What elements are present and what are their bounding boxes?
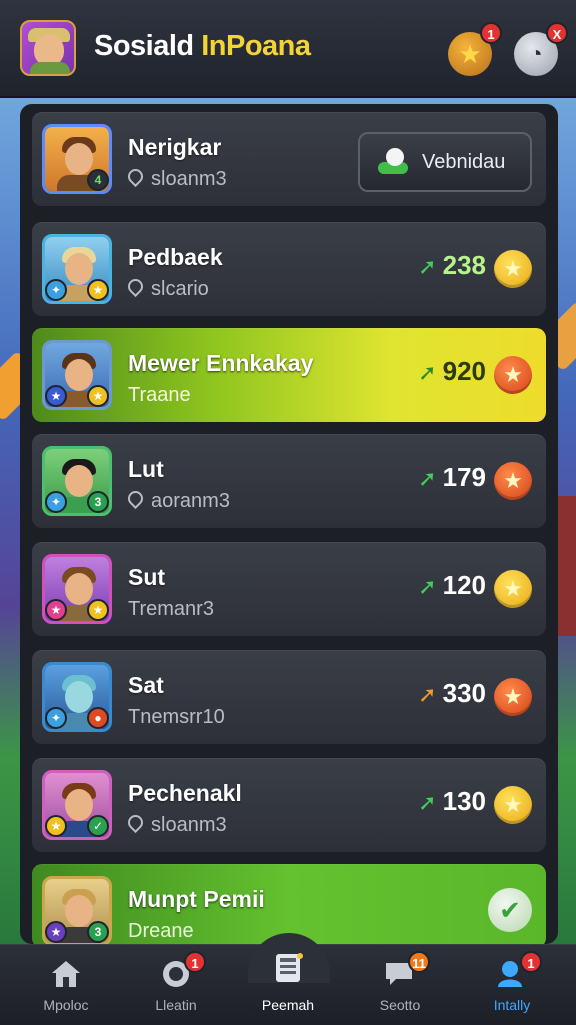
title-main: Sosiald: [94, 30, 202, 62]
list-item[interactable]: ✦ ★ Pedbaek slcario ➚ 238 ★: [32, 222, 546, 316]
nav-label: Seotto: [379, 997, 421, 1013]
star-coin-icon: ★: [494, 356, 532, 394]
player-name: Munpt Pemii: [128, 886, 265, 912]
notification-badge: 1: [520, 951, 542, 973]
title-accent: InPoana: [201, 30, 311, 62]
app-logo[interactable]: [20, 20, 76, 76]
list-item-current-player[interactable]: ★ ★ Mewer Ennkakay Traane ➚ 920 ★: [32, 328, 546, 422]
nav-profile[interactable]: Peemah: [240, 945, 336, 1025]
player-name: Mewer Ennkakay: [128, 350, 314, 376]
rewards-button[interactable]: ★ 1: [448, 22, 502, 76]
nav-label: Lleatin: [155, 997, 197, 1013]
trend-up-icon: ➚: [418, 682, 437, 707]
close-badge[interactable]: X: [546, 22, 568, 44]
trend-up-icon: ➚: [418, 574, 437, 599]
accept-button[interactable]: ✔: [488, 888, 532, 932]
profile-card-icon: [276, 953, 303, 982]
avatar: 4: [42, 124, 112, 194]
location-pin-icon: [124, 275, 147, 298]
player-score: ➚ 238: [418, 250, 486, 280]
trend-up-icon: ➚: [418, 254, 437, 279]
nav-leaderboard[interactable]: 1 Lleatin: [128, 945, 224, 1025]
badge-icon: ✦: [45, 707, 67, 729]
player-location: Tnemsrr10: [128, 706, 225, 728]
player-name: Sat: [128, 672, 164, 698]
player-name: Pechenakl: [128, 780, 242, 806]
avatar: ✦ ★: [42, 234, 112, 304]
messages-button[interactable]: ◔ X: [514, 22, 568, 76]
nav-chat[interactable]: 11 Seotto: [352, 945, 448, 1025]
challenge-button[interactable]: Vebnidau: [358, 132, 532, 192]
trend-up-icon: ➚: [418, 466, 437, 491]
player-score: ➚ 130: [418, 786, 486, 816]
player-score: ➚ 920: [418, 356, 486, 386]
player-name: Lut: [128, 456, 164, 482]
player-location: sloanm3: [124, 811, 227, 837]
fire-badge-icon: ●: [87, 707, 109, 729]
player-score: ➚ 330: [418, 678, 486, 708]
star-coin-icon: ★: [494, 678, 532, 716]
level-badge: 3: [87, 491, 109, 513]
level-badge: 4: [87, 169, 109, 191]
nav-label: Intally: [493, 997, 531, 1013]
location-pin-icon: [124, 811, 147, 834]
avatar: ★ ★: [42, 554, 112, 624]
player-name: Nerigkar: [128, 134, 222, 160]
app-title: Sosiald InPoana: [94, 30, 311, 63]
badge-icon: ★: [45, 385, 67, 407]
badge-icon: ★: [45, 599, 67, 621]
player-location: sloanm3: [124, 165, 227, 191]
star-coin-icon: ★: [494, 250, 532, 288]
location-pin-icon: [124, 165, 147, 188]
star-coin-icon: ★: [494, 462, 532, 500]
check-icon: ✔: [499, 895, 521, 925]
notification-badge: 1: [480, 22, 502, 44]
badge-icon: ★: [45, 921, 67, 943]
list-item[interactable]: ★ ✓ Pechenakl sloanm3 ➚ 130 ★: [32, 758, 546, 852]
trend-up-icon: ➚: [418, 790, 437, 815]
player-location: aoranm3: [124, 487, 230, 513]
list-item[interactable]: 4 Nerigkar sloanm3 Vebnidau: [32, 112, 546, 206]
player-name: Sut: [128, 564, 166, 590]
notification-badge: 1: [184, 951, 206, 973]
star-badge-icon: ★: [87, 279, 109, 301]
home-icon: [52, 961, 80, 987]
nav-home[interactable]: Mpoloc: [18, 945, 114, 1025]
challenge-button-label: Vebnidau: [422, 151, 506, 173]
avatar: ★ ★: [42, 340, 112, 410]
star-badge-icon: ★: [87, 385, 109, 407]
notification-badge: 11: [408, 951, 430, 973]
player-location: slcario: [124, 275, 209, 301]
player-location: Dreane: [128, 920, 194, 942]
player-score: ➚ 179: [418, 462, 486, 492]
badge-icon: ✦: [45, 491, 67, 513]
nav-label: Mpoloc: [43, 997, 89, 1013]
avatar: ★ ✓: [42, 770, 112, 840]
avatar: ✦ 3: [42, 446, 112, 516]
player-location: Traane: [128, 384, 191, 406]
player-location: Tremanr3: [128, 598, 214, 620]
golf-ball-icon: [378, 148, 408, 176]
list-item[interactable]: ★ ★ Sut Tremanr3 ➚ 120 ★: [32, 542, 546, 636]
avatar: ✦ ●: [42, 662, 112, 732]
trend-up-icon: ➚: [418, 360, 437, 385]
player-name: Pedbaek: [128, 244, 223, 270]
nav-friends[interactable]: 1 Intally: [464, 945, 560, 1025]
list-item[interactable]: ✦ ● Sat Tnemsrr10 ➚ 330 ★: [32, 650, 546, 744]
nav-label: Peemah: [261, 997, 315, 1013]
level-badge: ✓: [87, 815, 109, 837]
badge-icon: ✦: [45, 279, 67, 301]
bottom-navigation: Mpoloc 1 Lleatin Peemah 11 Seotto 1 Inta…: [0, 933, 576, 1025]
avatar: ★ 3: [42, 876, 112, 946]
level-badge: 3: [87, 921, 109, 943]
star-badge-icon: ★: [87, 599, 109, 621]
star-badge-icon: ★: [45, 815, 67, 837]
star-coin-icon: ★: [494, 786, 532, 824]
top-bar: Sosiald InPoana ★ 1 ◔ X: [0, 0, 576, 98]
star-coin-icon: ★: [494, 570, 532, 608]
list-item[interactable]: ✦ 3 Lut aoranm3 ➚ 179 ★: [32, 434, 546, 528]
player-score: ➚ 120: [418, 570, 486, 600]
location-pin-icon: [124, 487, 147, 510]
